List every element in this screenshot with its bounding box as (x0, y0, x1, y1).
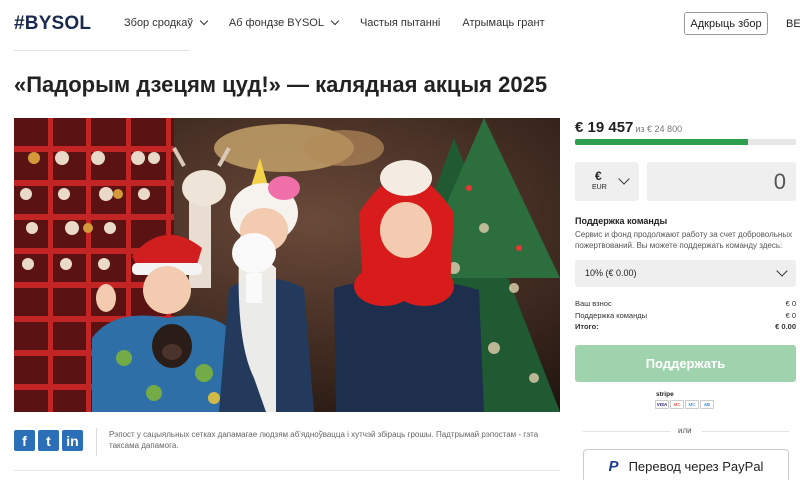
page-title: «Падорым дзецям цуд!» — калядная акцыя 2… (14, 72, 548, 97)
nav-item-fundraising[interactable]: Збор сродкаў (124, 16, 209, 29)
chevron-down-icon (330, 16, 340, 26)
divider (702, 431, 789, 432)
facebook-icon[interactable]: f (14, 430, 35, 451)
paypal-button[interactable]: P Перевод через PayPal (583, 449, 789, 480)
funding-progress-bar (575, 139, 796, 145)
linkedin-icon[interactable]: in (62, 430, 83, 451)
divider (96, 428, 97, 456)
or-label: или (678, 426, 692, 435)
summary-value: € 0 (785, 311, 796, 320)
bysol-logo[interactable]: #BYSOL (14, 13, 91, 35)
nav-item-faq[interactable]: Частыя пытанні (360, 17, 440, 29)
nav-item-label: Збор сродкаў (124, 17, 193, 29)
nav-item-about[interactable]: Аб фондзе BYSOL (228, 16, 340, 29)
share-hint: Рэпост у сацыяльных сетках дапамагае люд… (109, 430, 539, 450)
summary-label: Итого: (575, 322, 599, 331)
twitter-icon[interactable]: t (38, 430, 59, 451)
divider (14, 470, 560, 471)
team-tip-select[interactable]: 10% (€ 0.00) (575, 260, 796, 287)
raised-amount: € 19 457 из € 24 800 (575, 119, 682, 136)
campaign-photo-illustration (14, 118, 560, 412)
amex-icon: AE (700, 400, 714, 409)
summary-label: Ваш взнос (575, 299, 612, 308)
campaign-photo (14, 118, 560, 412)
paypal-icon: P (608, 457, 619, 475)
summary-row-team-support: Поддержка команды € 0 (575, 311, 796, 320)
card-logos: VISA MC MC AE (655, 400, 714, 409)
divider (14, 50, 190, 51)
site-header: #BYSOL Збор сродкаў Аб фондзе BYSOL Част… (0, 0, 800, 48)
donation-amount-value: 0 (773, 169, 786, 194)
goal-amount: из € 24 800 (635, 124, 683, 134)
team-support-title: Поддержка команды (575, 216, 668, 226)
visa-icon: VISA (655, 400, 669, 409)
paypal-button-label: Перевод через PayPal (628, 458, 764, 474)
language-switcher[interactable]: BE (786, 18, 800, 30)
payment-methods: stripe VISA MC MC AE (655, 391, 717, 413)
currency-symbol: € (595, 169, 602, 183)
nav-item-grant[interactable]: Атрымаць грант (462, 17, 544, 29)
stripe-logo: stripe (656, 391, 674, 398)
chevron-down-icon (618, 173, 630, 185)
donation-amount-input[interactable]: 0 (647, 162, 796, 201)
maestro-icon: MC (685, 400, 699, 409)
main-nav: Збор сродкаў Аб фондзе BYSOL Частыя пыта… (124, 16, 567, 29)
summary-value: € 0 (785, 299, 796, 308)
donate-button[interactable]: Поддержать (575, 345, 796, 382)
social-share: f t in (14, 430, 83, 451)
nav-item-label: Частыя пытанні (359, 17, 441, 29)
chevron-down-icon (776, 265, 788, 277)
chevron-down-icon (199, 16, 209, 26)
progress-fill (575, 139, 749, 145)
divider (583, 431, 671, 432)
nav-item-label: Атрымаць грант (462, 17, 545, 29)
team-support-description: Сервис и фонд продолжают работу за счет … (575, 230, 793, 250)
currency-select[interactable]: € EUR (575, 162, 639, 201)
mastercard-icon: MC (670, 400, 684, 409)
raised-value: € 19 457 (575, 119, 634, 136)
currency-code: EUR (592, 184, 607, 191)
nav-item-label: Аб фондзе BYSOL (228, 17, 324, 29)
team-tip-value: 10% (€ 0.00) (585, 268, 637, 278)
summary-row-contribution: Ваш взнос € 0 (575, 299, 796, 308)
summary-value: € 0.00 (775, 322, 796, 331)
summary-row-total: Итого: € 0.00 (575, 322, 796, 331)
summary-label: Поддержка команды (575, 311, 647, 320)
open-fundraiser-button[interactable]: Адкрыць збор (684, 12, 768, 35)
